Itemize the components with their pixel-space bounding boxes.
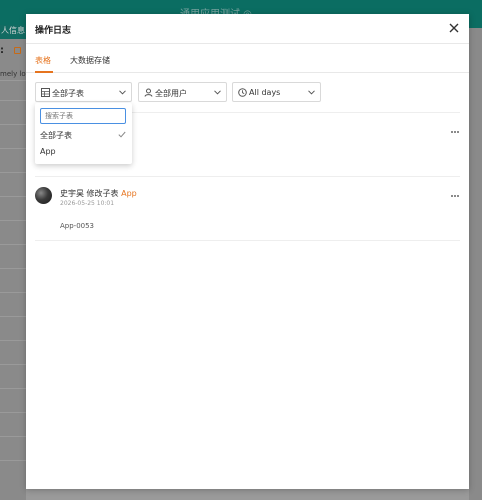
modal-header: 操作日志 (26, 14, 469, 44)
background-row-line (0, 340, 26, 341)
entry-user: 史宇昊 (60, 189, 84, 198)
background-left-panel (0, 28, 26, 500)
tab-bar: 表格 大数据存储 (26, 44, 469, 73)
background-orange-icon (14, 47, 21, 54)
background-row-line (0, 412, 26, 413)
dropdown-option-label: 全部子表 (40, 131, 72, 140)
background-tab: 人信息 (0, 25, 26, 39)
background-right-panel (469, 28, 482, 500)
avatar[interactable] (35, 187, 52, 204)
more-options-icon[interactable] (451, 126, 461, 133)
background-row-line (0, 292, 26, 293)
background-row-line (0, 148, 26, 149)
log-entry: 史宇昊 修改子表 App 2026-05-25 10:01 App-0053 (35, 187, 460, 230)
background-row-line (0, 316, 26, 317)
entry-record-id: App-0053 (60, 222, 95, 230)
check-icon (118, 131, 126, 138)
chevron-down-icon (119, 90, 126, 95)
background-row-line (0, 220, 26, 221)
active-tab-indicator (35, 71, 53, 73)
background-row-line (0, 80, 26, 81)
time-filter-label: All days (249, 88, 281, 97)
user-filter-label: 全部用户 (155, 89, 187, 98)
tab-table[interactable]: 表格 (35, 55, 51, 66)
entry-timestamp: 2026-05-25 10:01 (60, 200, 115, 207)
background-text: mely lo (0, 70, 26, 78)
more-options-icon[interactable] (451, 190, 461, 197)
entry-divider (35, 176, 460, 177)
close-icon[interactable] (448, 22, 460, 34)
operation-log-modal: 操作日志 表格 大数据存储 全部子表 全部用户 All days 史宇昊 修改子… (26, 14, 469, 489)
table-filter-dropdown: 全部子表 App (35, 103, 132, 164)
background-row-line (0, 100, 26, 101)
entry-divider (35, 240, 460, 241)
modal-title: 操作日志 (35, 26, 72, 36)
background-bottom-bar (26, 489, 469, 500)
background-row-line (0, 460, 26, 461)
dropdown-option-label: App (40, 147, 56, 156)
background-row-line (0, 124, 26, 125)
background-row-line (0, 364, 26, 365)
user-icon (144, 88, 153, 97)
tab-big-data-storage[interactable]: 大数据存储 (70, 55, 110, 66)
table-icon (41, 88, 50, 97)
entry-action: 修改子表 (86, 189, 119, 198)
subtable-search-input[interactable] (40, 108, 126, 124)
chevron-down-icon (214, 90, 221, 95)
background-row-line (0, 244, 26, 245)
time-filter-select[interactable]: All days (232, 82, 321, 102)
entry-title: 史宇昊 修改子表 App (60, 188, 137, 199)
dropdown-option-all-subtables[interactable]: 全部子表 (35, 127, 132, 143)
user-filter-select[interactable]: 全部用户 (138, 82, 227, 102)
chevron-down-icon (308, 90, 315, 95)
background-row-line (0, 196, 26, 197)
background-label: : (0, 45, 4, 56)
background-row-line (0, 388, 26, 389)
background-row-line (0, 436, 26, 437)
background-row-line (0, 268, 26, 269)
clock-icon (238, 88, 247, 97)
entry-target-link[interactable]: App (121, 189, 137, 198)
table-filter-select[interactable]: 全部子表 (35, 82, 132, 102)
dropdown-option-app[interactable]: App (35, 144, 132, 160)
table-filter-label: 全部子表 (52, 89, 84, 98)
background-row-line (0, 172, 26, 173)
